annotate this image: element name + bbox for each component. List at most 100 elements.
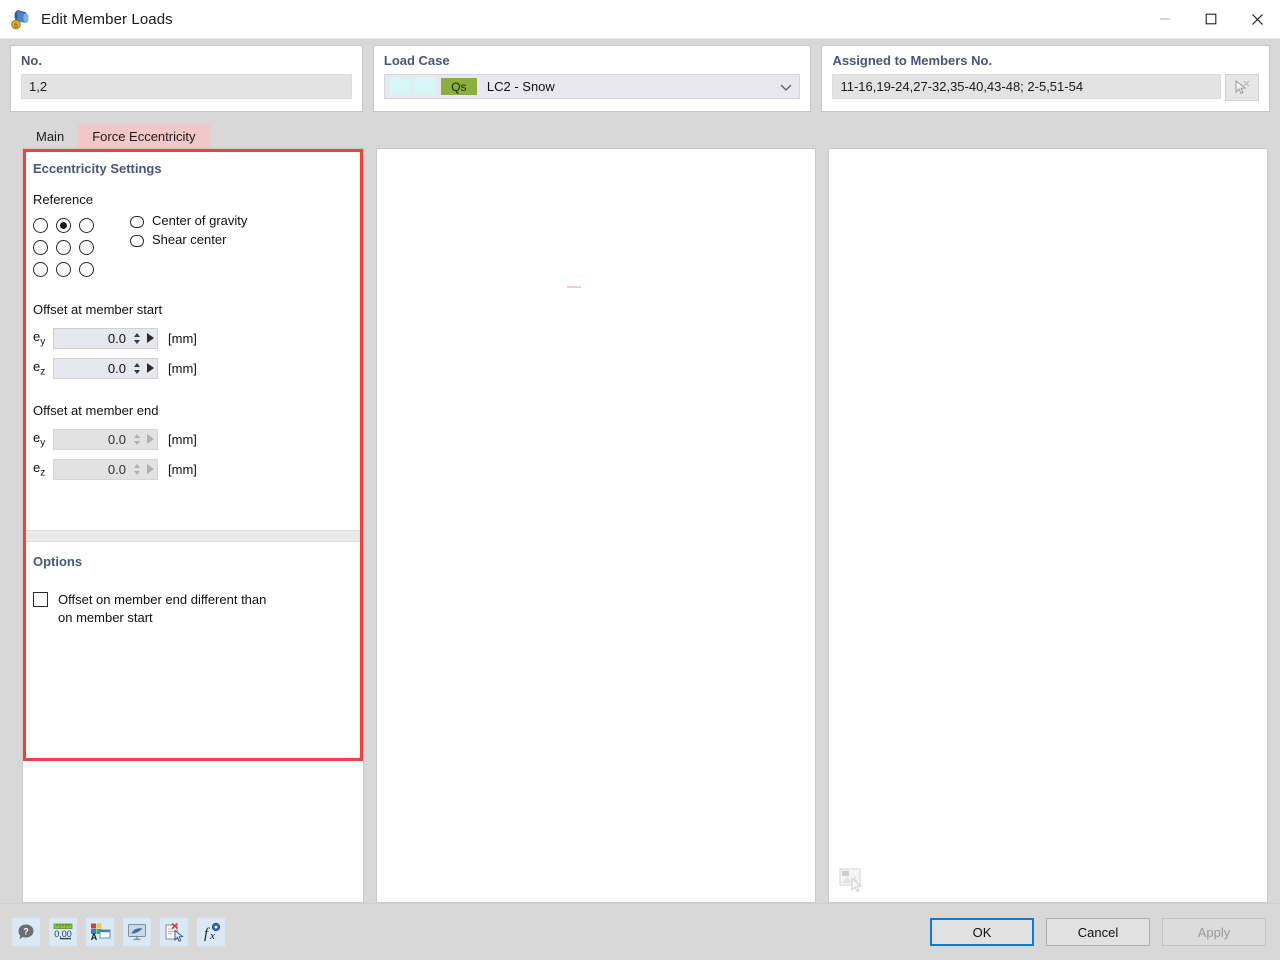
ok-button[interactable]: OK bbox=[930, 918, 1034, 946]
arrow-down-icon bbox=[134, 440, 140, 445]
svg-text:6: 6 bbox=[14, 22, 18, 29]
load-case-color-swatch-2 bbox=[413, 78, 436, 95]
triangle-right-icon bbox=[146, 434, 154, 444]
dialog-body: Eccentricity Settings Reference Center o… bbox=[0, 148, 1280, 903]
reference-position-grid bbox=[33, 214, 102, 280]
no-group-title: No. bbox=[21, 53, 42, 68]
offset-start-ey-unit: [mm] bbox=[168, 330, 197, 346]
top-info-row: No. 1,2 Load Case Qs LC2 - Snow Assigned… bbox=[0, 39, 1280, 112]
load-case-badge: Qs bbox=[440, 78, 477, 95]
spinner-arrows[interactable] bbox=[131, 332, 143, 344]
reference-grid-cell-bottom-center[interactable] bbox=[56, 261, 71, 277]
arrow-down-icon[interactable] bbox=[134, 369, 140, 374]
load-case-combobox[interactable]: Qs LC2 - Snow bbox=[383, 74, 801, 99]
offset-different-label: Offset on member end different than on m… bbox=[58, 592, 267, 625]
window-title: Edit Member Loads bbox=[41, 10, 173, 28]
load-case-group-title: Load Case bbox=[383, 53, 450, 68]
radio-icon bbox=[130, 234, 144, 248]
offset-start-ez-spinner[interactable]: 0.0 bbox=[53, 357, 158, 379]
arrow-up-icon bbox=[134, 433, 140, 438]
visualization-icon[interactable] bbox=[123, 918, 151, 946]
subscript: z bbox=[40, 366, 46, 378]
reference-grid-cell-middle-center[interactable] bbox=[56, 239, 71, 255]
cancel-button[interactable]: Cancel bbox=[1046, 918, 1150, 946]
edit-member-loads-dialog: 6 Edit Member Loads No. 1,2 Load Case Qs… bbox=[0, 0, 1280, 960]
offset-start-ey-label: ey bbox=[33, 328, 46, 348]
load-case-color-swatch-1 bbox=[388, 78, 411, 95]
subscript: y bbox=[40, 437, 46, 449]
spinner-arrows[interactable] bbox=[131, 362, 143, 374]
select-members-cursor-icon[interactable] bbox=[1225, 74, 1259, 101]
offset-different-option[interactable]: Offset on member end different than on m… bbox=[33, 591, 353, 627]
close-button[interactable] bbox=[1234, 0, 1280, 38]
preview-pane bbox=[376, 148, 816, 903]
image-select-icon[interactable] bbox=[839, 868, 867, 893]
preview-artifact bbox=[567, 286, 581, 288]
help-icon[interactable]: ? bbox=[12, 918, 40, 946]
units-decimal-icon[interactable]: 0,00 bbox=[49, 918, 77, 946]
tab-force-eccentricity[interactable]: Force Eccentricity bbox=[78, 124, 210, 148]
reference-grid-cell-bottom-right[interactable] bbox=[79, 261, 94, 277]
reference-label: Reference bbox=[33, 192, 93, 207]
triangle-right-icon bbox=[146, 464, 154, 474]
arrow-down-icon[interactable] bbox=[134, 339, 140, 344]
arrow-up-icon[interactable] bbox=[134, 362, 140, 367]
offset-start-ey-spinner[interactable]: 0.0 bbox=[53, 327, 158, 349]
spinner-arrows bbox=[131, 433, 143, 445]
reference-grid-cell-top-center[interactable] bbox=[56, 217, 71, 233]
triangle-right-icon bbox=[146, 333, 154, 343]
assigned-members-group: Assigned to Members No. 11-16,19-24,27-3… bbox=[821, 45, 1270, 112]
offset-end-ez-label: ez bbox=[33, 459, 46, 479]
reference-option-label: Center of gravity bbox=[152, 213, 248, 228]
offset-end-ey-row: ey 0.0 [mm] bbox=[33, 426, 353, 452]
reference-grid-cell-middle-left[interactable] bbox=[33, 239, 48, 255]
assigned-members-title: Assigned to Members No. bbox=[832, 53, 993, 68]
expand-button[interactable] bbox=[143, 363, 157, 373]
delete-selection-icon[interactable] bbox=[160, 918, 188, 946]
reference-grid-cell-bottom-left[interactable] bbox=[33, 261, 48, 277]
offset-start-ey-row: ey 0.0 [mm] bbox=[33, 325, 353, 351]
reference-options: Center of gravity Shear center bbox=[130, 212, 247, 250]
offset-end-ez-spinner: 0.0 bbox=[53, 458, 158, 480]
settings-pane: Eccentricity Settings Reference Center o… bbox=[22, 148, 364, 903]
reference-grid-cell-top-left[interactable] bbox=[33, 217, 48, 233]
svg-text:?: ? bbox=[23, 926, 29, 936]
load-case-value: LC2 - Snow bbox=[486, 79, 555, 94]
reference-grid-cell-top-right[interactable] bbox=[79, 217, 94, 233]
reference-grid-cell-middle-right[interactable] bbox=[79, 239, 94, 255]
options-title: Options bbox=[33, 554, 83, 569]
offset-end-ez-unit: [mm] bbox=[168, 461, 197, 477]
member-load-icon: 6 bbox=[10, 8, 32, 30]
expand-button[interactable] bbox=[143, 333, 157, 343]
offset-end-ey-value: 0.0 bbox=[107, 431, 126, 447]
offset-different-checkbox[interactable] bbox=[33, 592, 48, 607]
svg-text:x: x bbox=[209, 930, 215, 942]
maximize-button[interactable] bbox=[1188, 0, 1234, 38]
offset-start-ez-label: ez bbox=[33, 358, 46, 378]
assigned-members-field[interactable]: 11-16,19-24,27-32,35-40,43-48; 2-5,51-54 bbox=[832, 74, 1221, 99]
offset-end-ez-row: ez 0.0 [mm] bbox=[33, 456, 353, 482]
formula-fx-icon[interactable]: f x bbox=[197, 918, 225, 946]
offset-end-ey-unit: [mm] bbox=[168, 431, 197, 447]
reference-option-center-of-gravity[interactable]: Center of gravity bbox=[130, 212, 247, 231]
chevron-down-icon[interactable] bbox=[780, 79, 792, 94]
arrow-up-icon[interactable] bbox=[134, 332, 140, 337]
reference-option-shear-center[interactable]: Shear center bbox=[130, 231, 247, 250]
no-field[interactable]: 1,2 bbox=[21, 74, 352, 99]
arrow-down-icon bbox=[134, 470, 140, 475]
offset-start-ey-value[interactable]: 0.0 bbox=[54, 331, 131, 346]
tab-main[interactable]: Main bbox=[22, 124, 78, 148]
graphic-pane bbox=[828, 148, 1268, 903]
arrow-up-icon bbox=[134, 463, 140, 468]
display-properties-icon[interactable]: A bbox=[86, 918, 114, 946]
svg-text:A: A bbox=[91, 932, 98, 942]
triangle-right-icon bbox=[146, 363, 154, 373]
dialog-footer: ? 0,00 A f x OK Cancel Apply bbox=[0, 903, 1280, 960]
section-divider bbox=[23, 530, 363, 542]
offset-end-ez-value: 0.0 bbox=[107, 461, 126, 477]
offset-start-ez-value[interactable]: 0.0 bbox=[54, 361, 131, 376]
expand-button bbox=[143, 434, 157, 444]
expand-button bbox=[143, 464, 157, 474]
subscript: y bbox=[40, 336, 46, 348]
minimize-button[interactable] bbox=[1142, 0, 1188, 38]
